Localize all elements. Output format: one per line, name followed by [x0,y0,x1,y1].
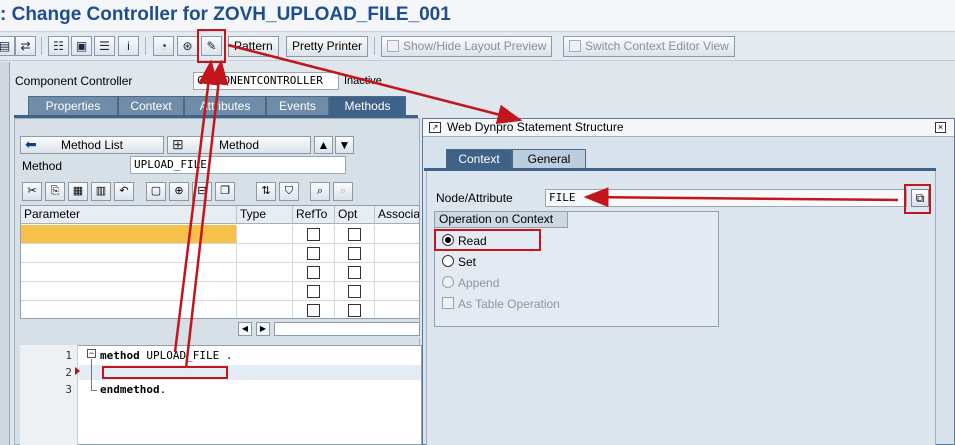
arrow-browse-to-field [583,187,899,208]
arrow-wizard-to-dialog [227,43,523,125]
annotation-arrows [173,43,899,369]
